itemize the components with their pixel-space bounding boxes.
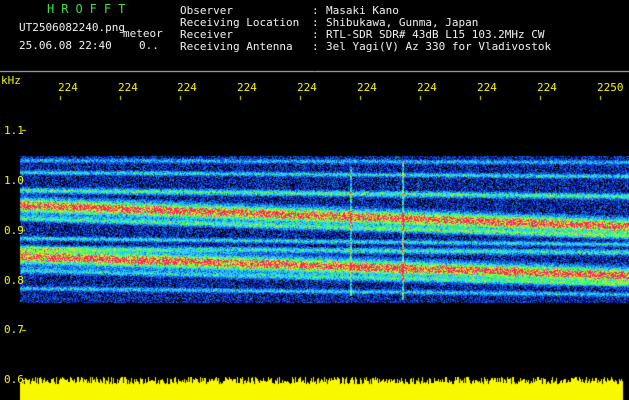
freq-tick-label: 0.7: [4, 323, 24, 336]
freq-tick-label: 0.6: [4, 373, 24, 386]
spectrogram-canvas: [0, 0, 629, 400]
filename-label: UT2506082240.png: [19, 21, 125, 34]
freq-tick-label: 1.1: [4, 124, 24, 137]
time-tick-label: 224: [537, 81, 557, 94]
counter-label: 0..: [139, 39, 159, 52]
hrofft-window: HROFFT UT2506082240.png meteor 25.06.08 …: [0, 0, 629, 400]
datetime-label: 25.06.08 22:40: [19, 39, 112, 52]
app-title: HROFFT: [47, 2, 133, 16]
info-sep: :: [312, 40, 319, 53]
freq-tick-label: 1.0: [4, 174, 24, 187]
info-value-antenna: 3el Yagi(V) Az 330 for Vladivostok: [326, 40, 552, 53]
freq-tick-label: 0.9: [4, 224, 24, 237]
time-tick-label: 224: [177, 81, 197, 94]
time-tick-label: 224: [417, 81, 437, 94]
time-tick-label: 224: [237, 81, 257, 94]
time-tick-label: 224: [477, 81, 497, 94]
time-tick-label: 224: [58, 81, 78, 94]
time-tick-label: 224: [357, 81, 377, 94]
freq-unit-label: kHz: [1, 74, 21, 87]
freq-tick-label: 0.8: [4, 274, 24, 287]
time-tick-label: 224: [118, 81, 138, 94]
time-tick-label: 224: [297, 81, 317, 94]
info-label-antenna: Receiving Antenna: [180, 40, 293, 53]
time-tick-label: 2250: [597, 81, 624, 94]
